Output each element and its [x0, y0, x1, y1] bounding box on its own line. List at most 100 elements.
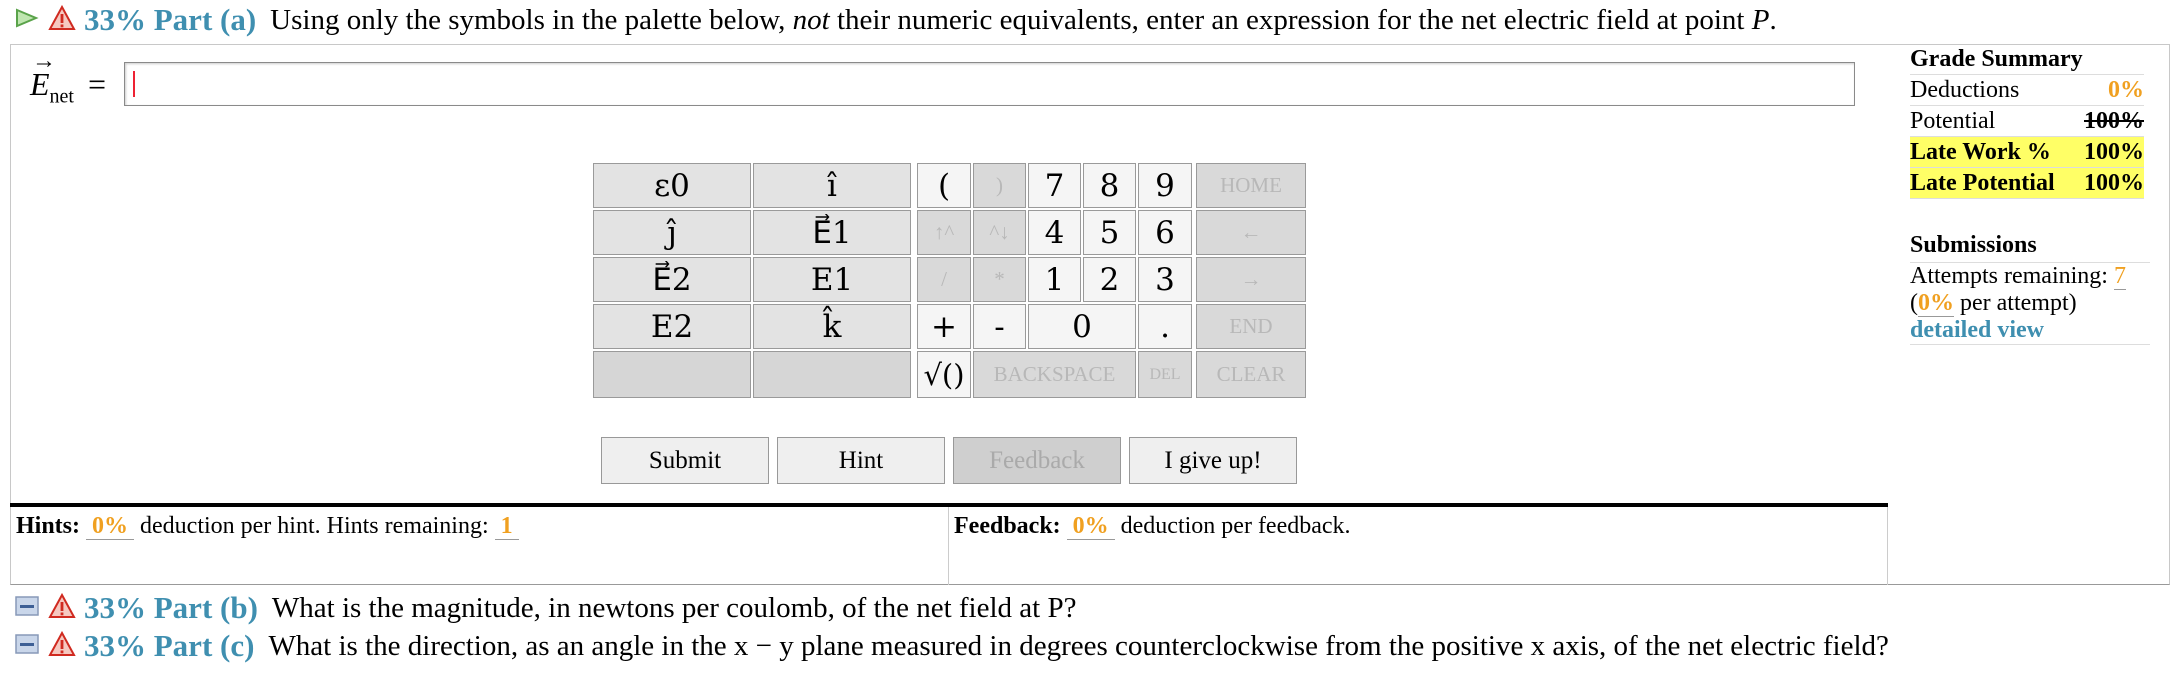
- hints-percent: 0%: [86, 513, 135, 540]
- deductions-label: Deductions: [1910, 76, 2020, 103]
- grade-summary-title: Grade Summary: [1910, 46, 2144, 75]
- key-2[interactable]: 2: [1083, 257, 1136, 302]
- question-text: Using only the symbols in the palette be…: [270, 3, 793, 36]
- key-1[interactable]: 1: [1028, 257, 1081, 302]
- submissions-panel: Submissions Attempts remaining: 7 (0% pe…: [1910, 232, 2150, 345]
- key-clear: CLEAR: [1196, 351, 1306, 398]
- part-c-header[interactable]: 33% Part (c) What is the direction, as a…: [14, 628, 1889, 664]
- grade-summary: Grade Summary Deductions 0% Potential 100%…: [1910, 46, 2144, 199]
- key-superscript: ↑^: [917, 210, 971, 255]
- key-divide: /: [917, 257, 971, 302]
- deductions-row: Deductions 0%: [1910, 75, 2144, 106]
- key-blank-2: [753, 351, 911, 398]
- late-potential-label: Late Potential: [1910, 169, 2055, 196]
- key-4[interactable]: 4: [1028, 210, 1081, 255]
- feedback-percent: 0%: [1066, 513, 1115, 540]
- part-a-header: 33% Part (a) Using only the symbols in t…: [14, 2, 1777, 38]
- key-0[interactable]: 0: [1028, 304, 1136, 349]
- key-home: HOME: [1196, 163, 1306, 208]
- key-3[interactable]: 3: [1138, 257, 1192, 302]
- hint-divider: [10, 503, 1888, 507]
- part-c-question: What is the direction, as an angle in th…: [268, 629, 1889, 662]
- key-backspace: BACKSPACE: [973, 351, 1136, 398]
- potential-row: Potential 100%: [1910, 106, 2144, 137]
- attempts-label: Attempts remaining:: [1910, 263, 2108, 289]
- feedback-button: Feedback: [953, 437, 1121, 484]
- equals-sign: =: [87, 66, 107, 102]
- key-plus[interactable]: +: [917, 304, 971, 349]
- key-minus[interactable]: -: [973, 304, 1026, 349]
- feedback-text: deduction per feedback.: [1120, 513, 1351, 539]
- question-text-2: their numeric equivalents, enter an expr…: [829, 3, 1752, 36]
- key-e2[interactable]: E2: [593, 304, 751, 349]
- play-icon[interactable]: [14, 7, 40, 34]
- late-work-value: 100%: [2084, 138, 2144, 165]
- key-e1-vector[interactable]: E⃗1: [753, 210, 911, 255]
- key-end: END: [1196, 304, 1306, 349]
- part-a-percent: 33% Part (a): [84, 2, 257, 37]
- submissions-title: Submissions: [1910, 232, 2150, 263]
- part-b-percent: 33% Part (b): [84, 590, 258, 625]
- key-del: DEL: [1138, 351, 1192, 398]
- hints-info: Hints: 0% deduction per hint. Hints rema…: [16, 513, 519, 540]
- late-potential-value: 100%: [2084, 169, 2144, 196]
- hints-text: deduction per hint. Hints remaining:: [140, 513, 489, 539]
- key-e2-vector[interactable]: E⃗2: [593, 257, 751, 302]
- part-c-percent: 33% Part (c): [84, 628, 255, 663]
- attempts-line: Attempts remaining: 7: [1910, 263, 2150, 290]
- submit-button[interactable]: Submit: [601, 437, 769, 484]
- part-b-header[interactable]: 33% Part (b) What is the magnitude, in n…: [14, 590, 1076, 626]
- question-end: .: [1769, 3, 1777, 36]
- key-left-arrow: ←: [1196, 210, 1306, 255]
- key-blank-1: [593, 351, 751, 398]
- key-close-paren: ): [973, 163, 1026, 208]
- key-i-hat[interactable]: î: [753, 163, 911, 208]
- warning-icon: [48, 4, 76, 36]
- potential-label: Potential: [1910, 107, 1996, 134]
- answer-input[interactable]: [124, 62, 1855, 106]
- hints-remaining: 1: [494, 513, 519, 540]
- key-6[interactable]: 6: [1138, 210, 1192, 255]
- late-work-label: Late Work %: [1910, 138, 2051, 165]
- label-sub: net: [49, 85, 74, 108]
- key-open-paren[interactable]: (: [917, 163, 971, 208]
- hint-feedback-divider: [948, 507, 949, 585]
- key-9[interactable]: 9: [1138, 163, 1192, 208]
- key-j-hat[interactable]: ĵ: [593, 210, 751, 255]
- hints-label: Hints:: [16, 513, 81, 539]
- part-a-question: Using only the symbols in the palette be…: [270, 4, 1777, 37]
- feedback-info: Feedback: 0% deduction per feedback.: [954, 513, 1351, 540]
- key-8[interactable]: 8: [1083, 163, 1136, 208]
- key-7[interactable]: 7: [1028, 163, 1081, 208]
- warning-icon: [48, 630, 76, 662]
- hint-button[interactable]: Hint: [777, 437, 945, 484]
- key-5[interactable]: 5: [1083, 210, 1136, 255]
- deductions-value: 0%: [2108, 76, 2144, 103]
- feedback-label: Feedback:: [954, 513, 1061, 539]
- question-emphasis: not: [792, 3, 830, 36]
- late-potential-row: Late Potential 100%: [1910, 168, 2144, 199]
- key-decimal[interactable]: .: [1138, 304, 1192, 349]
- text-caret: [133, 71, 135, 97]
- key-subscript: ^↓: [973, 210, 1026, 255]
- key-k-hat[interactable]: k̂: [753, 304, 911, 349]
- key-epsilon0[interactable]: ε0: [593, 163, 751, 208]
- key-multiply: *: [973, 257, 1026, 302]
- per-attempt-percent: 0%: [1918, 290, 1954, 317]
- key-e1[interactable]: E1: [753, 257, 911, 302]
- per-attempt-line: (0% per attempt): [1910, 290, 2077, 317]
- per-attempt-text: per attempt): [1960, 290, 2077, 316]
- key-right-arrow: →: [1196, 257, 1306, 302]
- key-sqrt[interactable]: √(): [917, 351, 971, 398]
- give-up-button[interactable]: I give up!: [1129, 437, 1297, 484]
- potential-value: 100%: [2084, 107, 2144, 134]
- detailed-view-link[interactable]: detailed view: [1910, 317, 2150, 345]
- answer-label: → Enet =: [30, 48, 107, 108]
- part-b-question: What is the magnitude, in newtons per co…: [271, 591, 1077, 624]
- collapsed-part-icon[interactable]: [14, 632, 40, 661]
- right-divider: [1887, 507, 1888, 585]
- attempts-value: 7: [2113, 263, 2126, 290]
- collapsed-part-icon[interactable]: [14, 594, 40, 623]
- warning-icon: [48, 592, 76, 624]
- question-var: P: [1751, 3, 1770, 36]
